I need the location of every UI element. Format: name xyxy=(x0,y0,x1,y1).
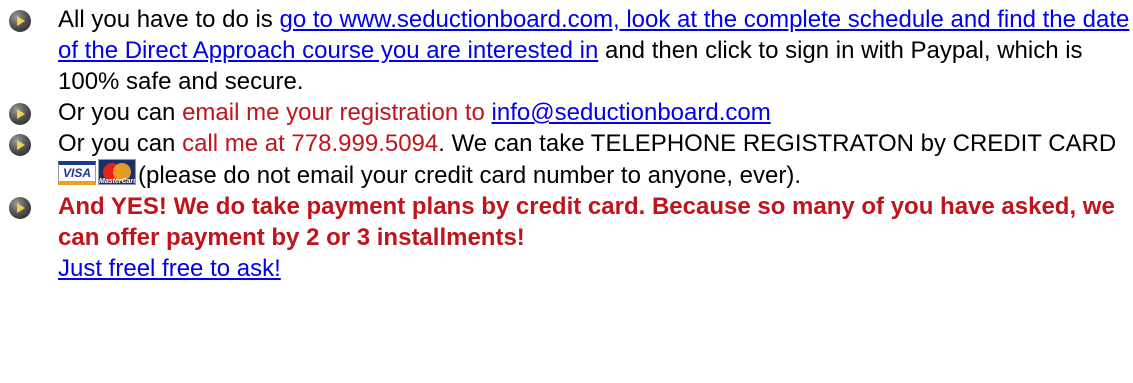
ask-link[interactable]: Just freel free to ask! xyxy=(58,255,281,282)
list-item-paypal: All you have to do is go to www.seductio… xyxy=(0,4,1133,97)
email-red-text: email me your registration to xyxy=(182,99,485,126)
list-item-payment-plans: And YES! We do take payment plans by cre… xyxy=(0,191,1133,284)
phone-intro-text: Or you can xyxy=(58,130,183,157)
list-item-phone: Or you can call me at 778.999.5094. We c… xyxy=(0,128,1133,191)
paypal-intro-text: All you have to do is xyxy=(58,6,280,33)
bullet-arrow-icon xyxy=(9,103,31,125)
phone-red-text: call me at 778.999.5094 xyxy=(182,130,439,157)
bullet-arrow-icon xyxy=(9,10,31,32)
mastercard-icon: MasterCard xyxy=(98,159,136,185)
visa-card-icon: VISA xyxy=(58,161,96,185)
phone-warning-text: (please do not email your credit card nu… xyxy=(138,162,802,189)
list-item-email: Or you can email me your registration to… xyxy=(0,97,1133,128)
registration-options-list: All you have to do is go to www.seductio… xyxy=(0,4,1133,284)
bullet-arrow-icon xyxy=(9,197,31,219)
email-link[interactable]: info@seductionboard.com xyxy=(492,99,771,126)
email-intro-text: Or you can xyxy=(58,99,183,126)
phone-body-text: . We can take TELEPHONE REGISTRATON by C… xyxy=(438,130,1117,157)
payment-plans-text: And YES! We do take payment plans by cre… xyxy=(58,193,1115,251)
bullet-arrow-icon xyxy=(9,134,31,156)
